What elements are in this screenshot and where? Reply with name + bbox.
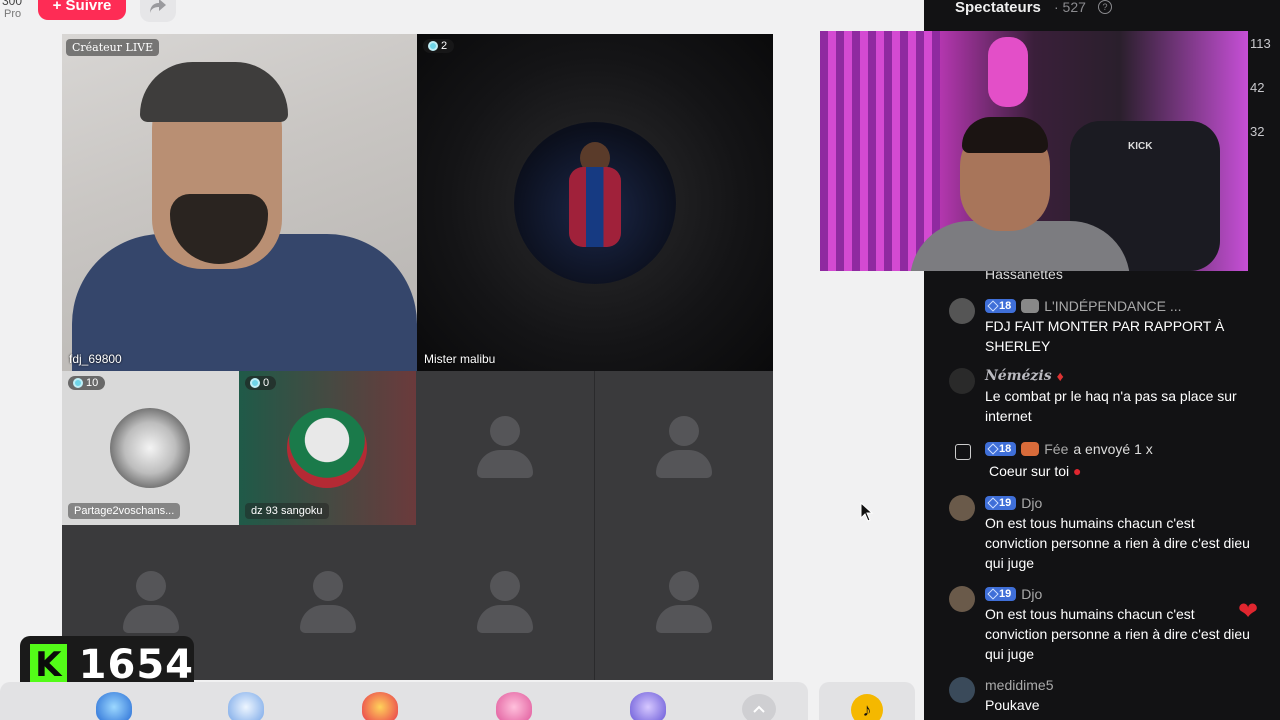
guest-count-badge: 2 xyxy=(423,39,455,53)
guest-avatar xyxy=(514,122,676,284)
chat-username[interactable]: L'INDÉPENDANCE ... xyxy=(1044,298,1181,314)
coin-button[interactable]: ♪ xyxy=(819,682,915,720)
avatar[interactable] xyxy=(949,368,975,394)
diamond-icon xyxy=(428,41,438,51)
chat-message-header: 18 L'INDÉPENDANCE ... xyxy=(985,298,1182,314)
pro-label: Pro xyxy=(4,8,22,20)
help-icon[interactable]: ? xyxy=(1098,0,1112,14)
avatar[interactable] xyxy=(949,495,975,521)
avatar[interactable] xyxy=(949,298,975,324)
person-placeholder-icon xyxy=(656,416,712,480)
chat-message-text: Le combat pr le haq n'a pas sa place sur… xyxy=(985,388,1237,424)
avatar[interactable] xyxy=(949,586,975,612)
kick-logo-icon: K xyxy=(30,644,67,686)
gift-box-icon xyxy=(955,444,971,460)
creator-live-badge: Créateur LIVE xyxy=(66,39,160,56)
chat-message: 19 Djo On est tous humains chacun c'est … xyxy=(949,495,1279,575)
chevron-up-icon xyxy=(753,705,765,713)
gift-bar xyxy=(0,682,808,720)
chair-logo: KICK xyxy=(1128,141,1153,152)
follower-count: 300 xyxy=(2,0,23,8)
empty-seat[interactable] xyxy=(595,371,773,525)
chat-message-header: Némézis ♦ xyxy=(985,368,1064,384)
guest-tile[interactable]: 0 dz 93 sangoku xyxy=(239,371,416,525)
empty-seat[interactable] xyxy=(595,525,773,680)
chat-message-text: On est tous humains chacun c'est convict… xyxy=(985,515,1250,571)
level-badge: 18 xyxy=(985,442,1017,456)
chat-message: 18 L'INDÉPENDANCE ... FDJ FAIT MONTER PA… xyxy=(949,298,1279,356)
spectators-title: Spectateurs xyxy=(955,0,1041,16)
gift-penguin-icon[interactable] xyxy=(630,692,666,720)
guest-tile[interactable]: 2 Mister malibu xyxy=(417,34,773,371)
like-heart-icon[interactable]: ❤ xyxy=(1238,597,1258,626)
chat-message-text: FDJ FAIT MONTER PAR RAPPORT À SHERLEY xyxy=(985,318,1225,354)
gift-swan-icon[interactable] xyxy=(228,692,264,720)
level-badge: 19 xyxy=(985,496,1017,510)
guest-name: dz 93 sangoku xyxy=(245,503,329,519)
chat-message-header: 18 Fée a envoyé 1 x xyxy=(985,441,1153,457)
person-placeholder-icon xyxy=(477,416,533,480)
mouse-cursor-icon xyxy=(860,502,874,522)
subscriber-badge xyxy=(1021,299,1040,313)
rank-score: 32 xyxy=(1250,124,1265,139)
chat-message-header: medidime5 xyxy=(985,677,1053,693)
more-gifts-button[interactable] xyxy=(742,694,776,720)
chat-message-header: 19 Djo xyxy=(985,495,1042,511)
person-placeholder-icon xyxy=(299,570,356,635)
chat-message: medidime5 Poukave xyxy=(949,677,1279,719)
avatar[interactable] xyxy=(949,677,975,703)
gift-star-icon[interactable] xyxy=(96,692,132,720)
streamer-webcam: KICK xyxy=(820,31,1248,271)
guest-tile[interactable]: 10 Partage2voschans... xyxy=(62,371,239,525)
creator-header: 300 Pro + Suivre xyxy=(0,0,220,28)
gift-message: 18 Fée a envoyé 1 x Coeur sur toi ● xyxy=(949,441,1279,483)
level-badge: 19 xyxy=(985,587,1017,601)
person-placeholder-icon xyxy=(477,570,533,635)
diamond-icon xyxy=(73,378,83,388)
empty-seat[interactable] xyxy=(416,525,594,680)
share-icon xyxy=(150,0,166,13)
gift-heart-hands-icon[interactable] xyxy=(496,692,532,720)
guest-name: Mister malibu xyxy=(424,352,496,366)
guest-name: Partage2voschans... xyxy=(68,503,181,519)
guest-count-badge: 10 xyxy=(68,376,106,390)
chat-message-text: Poukave xyxy=(985,697,1040,713)
chat-username[interactable]: medidime5 xyxy=(985,677,1053,693)
person-placeholder-icon xyxy=(122,570,179,635)
guest-name: fdj_69800 xyxy=(69,352,122,366)
chat-username[interactable]: Némézis xyxy=(985,368,1052,384)
spectators-count: · 527 xyxy=(1054,0,1086,15)
empty-seat[interactable] xyxy=(416,371,594,525)
level-badge: 18 xyxy=(985,299,1017,313)
chat-message-text: On est tous humains chacun c'est convict… xyxy=(985,606,1250,662)
heart-gift-icon: ● xyxy=(1073,463,1082,479)
share-button[interactable] xyxy=(140,0,176,22)
rose-icon: ♦ xyxy=(1056,368,1064,384)
rank-score: 42 xyxy=(1250,80,1265,95)
chat-message: 19 Djo On est tous humains chacun c'est … xyxy=(949,586,1279,666)
live-stream-screen: 300 Pro + Suivre Créateur LIVE fdj_69800… xyxy=(0,0,1280,720)
person-placeholder-icon xyxy=(656,570,712,635)
chat-username[interactable]: Djo xyxy=(1021,586,1042,602)
guest-grid: Créateur LIVE fdj_69800 2 Mister malibu … xyxy=(62,34,773,680)
gift-action: a envoyé 1 x xyxy=(1073,441,1153,457)
empty-seat[interactable] xyxy=(239,525,416,680)
guest-avatar xyxy=(287,408,367,488)
chat-message: Némézis ♦ Le combat pr le haq n'a pas sa… xyxy=(949,368,1279,426)
chat-username[interactable]: Fée xyxy=(1044,441,1068,457)
chat-message-header: 19 Djo xyxy=(985,586,1042,602)
guest-avatar xyxy=(110,408,190,488)
tiktok-coin-icon: ♪ xyxy=(851,694,883,720)
gift-heart-face-icon[interactable] xyxy=(362,692,398,720)
rank-score: 113 xyxy=(1250,36,1271,51)
fan-badge xyxy=(1021,442,1040,456)
chat-username[interactable]: Djo xyxy=(1021,495,1042,511)
diamond-icon xyxy=(250,378,260,388)
host-video-cap xyxy=(140,62,288,122)
guest-tile-host[interactable]: Créateur LIVE fdj_69800 xyxy=(62,34,417,371)
guest-count-badge: 0 xyxy=(245,376,277,390)
follow-button[interactable]: + Suivre xyxy=(38,0,126,20)
gift-name: Coeur sur toi ● xyxy=(989,463,1082,479)
